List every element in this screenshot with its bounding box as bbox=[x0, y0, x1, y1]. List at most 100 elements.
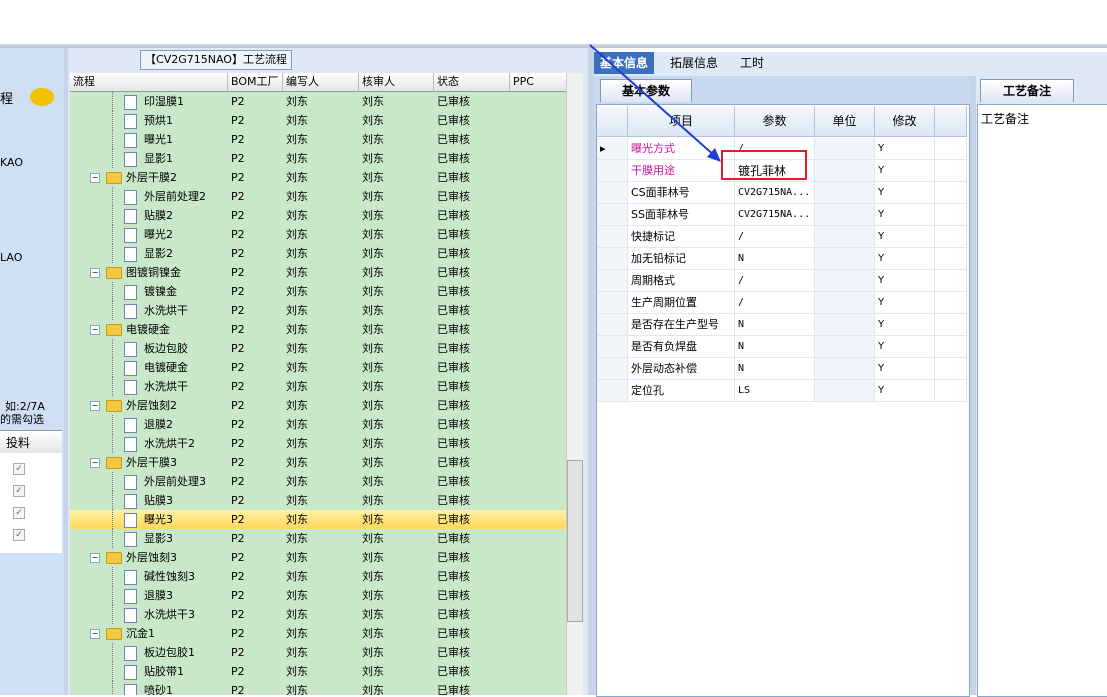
param-modify[interactable]: Y bbox=[875, 226, 935, 248]
param-unit[interactable] bbox=[815, 138, 875, 160]
table-row[interactable]: 碱性蚀刻3 P2 刘东 刘东 已审核 bbox=[70, 567, 566, 586]
param-extra[interactable] bbox=[935, 380, 967, 402]
param-unit[interactable] bbox=[815, 160, 875, 182]
param-extra[interactable] bbox=[935, 204, 967, 226]
table-row[interactable]: − 外层蚀刻2 P2 刘东 刘东 已审核 bbox=[70, 396, 566, 415]
table-row[interactable]: 预烘1 P2 刘东 刘东 已审核 bbox=[70, 111, 566, 130]
param-extra[interactable] bbox=[935, 358, 967, 380]
param-modify[interactable]: Y bbox=[875, 380, 935, 402]
param-extra[interactable] bbox=[935, 292, 967, 314]
tab-process-remark[interactable]: 工艺备注 bbox=[980, 79, 1074, 102]
collapse-icon[interactable]: − bbox=[90, 629, 100, 639]
param-unit[interactable] bbox=[815, 248, 875, 270]
table-row[interactable]: 镀镍金 P2 刘东 刘东 已审核 bbox=[70, 282, 566, 301]
grid-header-unit[interactable]: 单位 bbox=[815, 106, 875, 137]
param-value[interactable]: / bbox=[735, 292, 815, 314]
collapse-icon[interactable]: − bbox=[90, 268, 100, 278]
table-row[interactable]: − 外层干膜3 P2 刘东 刘东 已审核 bbox=[70, 453, 566, 472]
tab-work-hours[interactable]: 工时 bbox=[734, 52, 770, 74]
collapse-icon[interactable]: − bbox=[90, 458, 100, 468]
param-unit[interactable] bbox=[815, 314, 875, 336]
table-row[interactable]: − 沉金1 P2 刘东 刘东 已审核 bbox=[70, 624, 566, 643]
param-modify[interactable]: Y bbox=[875, 336, 935, 358]
param-extra[interactable] bbox=[935, 226, 967, 248]
param-row[interactable]: CS面菲林号 CV2G715NA... Y bbox=[597, 182, 967, 204]
process-scrollbar-thumb[interactable] bbox=[567, 460, 583, 622]
param-unit[interactable] bbox=[815, 358, 875, 380]
table-row[interactable]: 电镀硬金 P2 刘东 刘东 已审核 bbox=[70, 358, 566, 377]
param-value[interactable]: / bbox=[735, 270, 815, 292]
param-extra[interactable] bbox=[935, 182, 967, 204]
param-modify[interactable]: Y bbox=[875, 204, 935, 226]
table-row[interactable]: 曝光1 P2 刘东 刘东 已审核 bbox=[70, 130, 566, 149]
param-unit[interactable] bbox=[815, 292, 875, 314]
param-value[interactable]: / bbox=[735, 226, 815, 248]
col-header-reviewer[interactable]: 核审人 bbox=[359, 73, 434, 91]
param-extra[interactable] bbox=[935, 248, 967, 270]
table-row[interactable]: 水洗烘干 P2 刘东 刘东 已审核 bbox=[70, 301, 566, 320]
param-modify[interactable]: Y bbox=[875, 270, 935, 292]
param-value[interactable]: LS bbox=[735, 380, 815, 402]
param-modify[interactable]: Y bbox=[875, 160, 935, 182]
table-row[interactable]: 水洗烘干2 P2 刘东 刘东 已审核 bbox=[70, 434, 566, 453]
table-row[interactable]: 喷砂1 P2 刘东 刘东 已审核 bbox=[70, 681, 566, 695]
table-row[interactable]: − 图镀铜镍金 P2 刘东 刘东 已审核 bbox=[70, 263, 566, 282]
table-row[interactable]: − 外层干膜2 P2 刘东 刘东 已审核 bbox=[70, 168, 566, 187]
col-header-bom[interactable]: BOM工厂 bbox=[228, 73, 283, 91]
param-value[interactable]: CV2G715NA... bbox=[735, 204, 815, 226]
param-modify[interactable]: Y bbox=[875, 292, 935, 314]
col-header-ppc[interactable]: PPC bbox=[510, 73, 566, 91]
param-unit[interactable] bbox=[815, 204, 875, 226]
feed-checkbox[interactable]: ✓ bbox=[13, 463, 25, 475]
param-extra[interactable] bbox=[935, 270, 967, 292]
param-value[interactable]: N bbox=[735, 336, 815, 358]
param-row[interactable]: 加无铅标记 N Y bbox=[597, 248, 967, 270]
param-modify[interactable]: Y bbox=[875, 314, 935, 336]
param-value[interactable]: N bbox=[735, 248, 815, 270]
param-unit[interactable] bbox=[815, 270, 875, 292]
table-row[interactable]: 显影1 P2 刘东 刘东 已审核 bbox=[70, 149, 566, 168]
param-unit[interactable] bbox=[815, 336, 875, 358]
param-row[interactable]: 快捷标记 / Y bbox=[597, 226, 967, 248]
table-row[interactable]: 外层前处理3 P2 刘东 刘东 已审核 bbox=[70, 472, 566, 491]
table-row[interactable]: 曝光2 P2 刘东 刘东 已审核 bbox=[70, 225, 566, 244]
param-row[interactable]: 周期格式 / Y bbox=[597, 270, 967, 292]
param-extra[interactable] bbox=[935, 138, 967, 160]
param-value[interactable]: N bbox=[735, 314, 815, 336]
param-unit[interactable] bbox=[815, 380, 875, 402]
feed-checkbox[interactable]: ✓ bbox=[13, 485, 25, 497]
comment-icon[interactable] bbox=[30, 88, 54, 106]
table-row[interactable]: 外层前处理2 P2 刘东 刘东 已审核 bbox=[70, 187, 566, 206]
param-row[interactable]: 外层动态补偿 N Y bbox=[597, 358, 967, 380]
collapse-icon[interactable]: − bbox=[90, 173, 100, 183]
param-modify[interactable]: Y bbox=[875, 138, 935, 160]
table-row[interactable]: 贴胶带1 P2 刘东 刘东 已审核 bbox=[70, 662, 566, 681]
param-modify[interactable]: Y bbox=[875, 182, 935, 204]
table-row[interactable]: 水洗烘干 P2 刘东 刘东 已审核 bbox=[70, 377, 566, 396]
collapse-icon[interactable]: − bbox=[90, 401, 100, 411]
feed-checkbox[interactable]: ✓ bbox=[13, 529, 25, 541]
table-row[interactable]: 板边包胶1 P2 刘东 刘东 已审核 bbox=[70, 643, 566, 662]
col-header-flow[interactable]: 流程 bbox=[70, 73, 228, 91]
table-row[interactable]: − 电镀硬金 P2 刘东 刘东 已审核 bbox=[70, 320, 566, 339]
table-row[interactable]: 显影3 P2 刘东 刘东 已审核 bbox=[70, 529, 566, 548]
table-row[interactable]: 板边包胶 P2 刘东 刘东 已审核 bbox=[70, 339, 566, 358]
param-unit[interactable] bbox=[815, 182, 875, 204]
param-modify[interactable]: Y bbox=[875, 358, 935, 380]
param-unit[interactable] bbox=[815, 226, 875, 248]
param-extra[interactable] bbox=[935, 160, 967, 182]
param-row[interactable]: 是否存在生产型号 N Y bbox=[597, 314, 967, 336]
table-row[interactable]: 贴膜2 P2 刘东 刘东 已审核 bbox=[70, 206, 566, 225]
table-row[interactable]: 曝光3 P2 刘东 刘东 已审核 bbox=[70, 510, 566, 529]
collapse-icon[interactable]: − bbox=[90, 325, 100, 335]
grid-header-param[interactable]: 参数 bbox=[735, 106, 815, 137]
grid-header-modify[interactable]: 修改 bbox=[875, 106, 935, 137]
param-modify[interactable]: Y bbox=[875, 248, 935, 270]
collapse-icon[interactable]: − bbox=[90, 553, 100, 563]
table-row[interactable]: 印湿膜1 P2 刘东 刘东 已审核 bbox=[70, 92, 566, 111]
table-row[interactable]: 退膜3 P2 刘东 刘东 已审核 bbox=[70, 586, 566, 605]
param-row[interactable]: 生产周期位置 / Y bbox=[597, 292, 967, 314]
feed-checkbox[interactable]: ✓ bbox=[13, 507, 25, 519]
col-header-status[interactable]: 状态 bbox=[434, 73, 510, 91]
param-value[interactable]: N bbox=[735, 358, 815, 380]
